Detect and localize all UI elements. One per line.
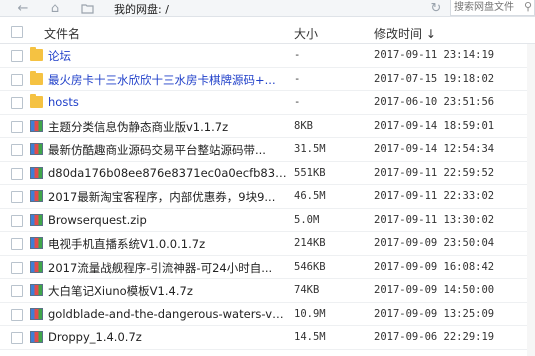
file-row[interactable]: 电视手机直播系统V1.0.0.1.7z 214KB 2017-09-09 23:50… [0, 232, 535, 256]
file-modified: 2017-09-06 22:29:19 [374, 331, 495, 343]
file-row[interactable]: 大白笔记Xiuno模板V1.4.7z 74KB 2017-09-09 14:50:0… [0, 279, 535, 303]
file-modified: 2017-09-09 14:50:00 [374, 284, 495, 296]
row-checkbox[interactable] [11, 308, 23, 321]
file-row[interactable]: goldblade-and-the-dangerous-waters-v1...… [0, 303, 535, 326]
file-modified: 2017-09-09 13:25:09 [374, 307, 495, 320]
file-size: 14.5M [294, 331, 326, 343]
archive-file-icon [30, 190, 43, 202]
file-size: - [294, 49, 301, 61]
file-size: 31.5M [294, 143, 326, 155]
file-modified: 2017-09-11 22:59:52 [374, 166, 495, 179]
file-name[interactable]: 最新仿酷趣商业源码交易平台整站源码带... [48, 142, 288, 158]
file-size: - [294, 96, 301, 108]
file-size: 10.9M [294, 307, 326, 320]
column-header-size[interactable]: 大小 [294, 25, 318, 42]
row-checkbox[interactable] [11, 167, 23, 180]
file-size: 8KB [294, 119, 313, 132]
select-all-checkbox[interactable] [11, 26, 23, 38]
file-row[interactable]: 最火房卡十三水欣欣十三水房卡棋牌源码+... - 2017-07-15 19:18:… [0, 68, 535, 91]
file-name[interactable]: goldblade-and-the-dangerous-waters-v1... [48, 307, 288, 321]
file-name[interactable]: hosts [48, 95, 288, 109]
file-size: 46.5M [294, 190, 326, 202]
file-name[interactable]: 论坛 [48, 48, 288, 64]
file-row[interactable]: 2017最新淘宝客程序，内部优惠券，9块9... 46.5M 2017-09-11 … [0, 185, 535, 209]
row-checkbox[interactable] [11, 238, 23, 250]
file-size: 214KB [294, 237, 326, 249]
file-size: 546KB [294, 260, 326, 273]
file-size: 5.0M [294, 213, 320, 226]
row-checkbox[interactable] [11, 191, 23, 203]
archive-file-icon [30, 166, 43, 179]
search-icon[interactable]: ⚲ [524, 0, 532, 13]
file-name[interactable]: Browserquest.zip [48, 213, 288, 227]
file-row[interactable]: Droppy_1.4.0.7z 14.5M 2017-09-06 22:29:19 [0, 326, 535, 350]
row-checkbox[interactable] [11, 285, 23, 297]
file-modified: 2017-06-10 23:51:56 [374, 96, 495, 108]
row-checkbox[interactable] [11, 261, 23, 274]
folder-nav-icon[interactable] [78, 0, 96, 17]
file-row[interactable]: 2017流量战舰程序-引流神器-可24小时自... 546KB 2017-09-09… [0, 256, 535, 279]
file-size: 74KB [294, 284, 320, 296]
file-name[interactable]: 大白笔记Xiuno模板V1.4.7z [48, 283, 288, 299]
file-name[interactable]: 2017流量战舰程序-引流神器-可24小时自... [48, 260, 288, 276]
scrollbar[interactable] [527, 44, 535, 356]
file-modified: 2017-09-09 16:08:42 [374, 260, 495, 273]
file-name[interactable]: 主题分类信息伪静态商业版v1.1.7z [48, 119, 288, 135]
archive-file-icon [30, 260, 43, 273]
archive-file-icon [30, 119, 43, 132]
toolbar: ← ⌂ 我的网盘: / ↻ ⚲ [0, 0, 535, 17]
archive-file-icon [30, 143, 43, 155]
file-name[interactable]: 电视手机直播系统V1.0.0.1.7z [48, 236, 288, 252]
archive-file-icon [30, 284, 43, 296]
back-arrow-icon[interactable]: ← [14, 0, 32, 17]
row-checkbox[interactable] [11, 332, 23, 344]
file-list: 论坛 -2017-09-11 23:14:19 最火房卡十三水欣欣十三水房卡棋牌源码… [0, 44, 535, 350]
file-modified: 2017-09-14 18:59:01 [374, 119, 495, 132]
file-modified: 2017-09-09 23:50:04 [374, 237, 495, 249]
file-size: - [294, 72, 301, 85]
row-checkbox[interactable] [11, 73, 23, 86]
column-header-modified[interactable]: 修改时间 ↓ [374, 25, 436, 42]
row-checkbox[interactable] [11, 144, 23, 156]
row-checkbox[interactable] [11, 214, 23, 227]
file-name[interactable]: 最火房卡十三水欣欣十三水房卡棋牌源码+... [48, 72, 288, 88]
file-modified: 2017-09-11 22:33:02 [374, 190, 495, 202]
file-name[interactable]: Droppy_1.4.0.7z [48, 330, 288, 344]
refresh-icon[interactable]: ↻ [428, 0, 444, 17]
folder-icon [30, 94, 43, 108]
current-path: 我的网盘: / [114, 3, 169, 16]
file-row[interactable]: 主题分类信息伪静态商业版v1.1.7z 8KB 2017-09-14 18:59:0… [0, 115, 535, 138]
archive-file-icon [30, 213, 43, 226]
file-modified: 2017-07-15 19:18:02 [374, 72, 495, 85]
search-box[interactable]: ⚲ [450, 0, 535, 16]
file-modified: 2017-09-14 12:54:34 [374, 143, 495, 155]
archive-file-icon [30, 307, 43, 320]
file-row[interactable]: Browserquest.zip 5.0M 2017-09-11 13:30:02 [0, 209, 535, 232]
row-checkbox[interactable] [11, 50, 23, 62]
file-modified: 2017-09-11 23:14:19 [374, 49, 495, 61]
archive-file-icon [30, 237, 43, 249]
file-modified: 2017-09-11 13:30:02 [374, 213, 495, 226]
archive-file-icon [30, 331, 43, 343]
file-list-header: 文件名 大小 修改时间 ↓ [0, 20, 535, 44]
search-input[interactable] [451, 0, 521, 15]
file-size: 551KB [294, 166, 326, 179]
row-checkbox[interactable] [11, 97, 23, 109]
file-name[interactable]: 2017最新淘宝客程序，内部优惠券，9块9... [48, 189, 288, 205]
home-icon[interactable]: ⌂ [46, 0, 64, 17]
row-checkbox[interactable] [11, 120, 23, 133]
folder-icon [30, 70, 43, 85]
file-name[interactable]: d80da176b08ee876e8371ec0a0ecfb83.rar [48, 166, 288, 180]
file-row[interactable]: 论坛 - 2017-09-11 23:14:19 [0, 44, 535, 68]
file-row[interactable]: hosts - 2017-06-10 23:51:56 [0, 91, 535, 115]
file-row[interactable]: d80da176b08ee876e8371ec0a0ecfb83.rar 551K… [0, 162, 535, 185]
folder-icon [30, 47, 43, 61]
column-header-name[interactable]: 文件名 [44, 25, 80, 42]
file-row[interactable]: 最新仿酷趣商业源码交易平台整站源码带... 31.5M 2017-09-14 12:… [0, 138, 535, 162]
